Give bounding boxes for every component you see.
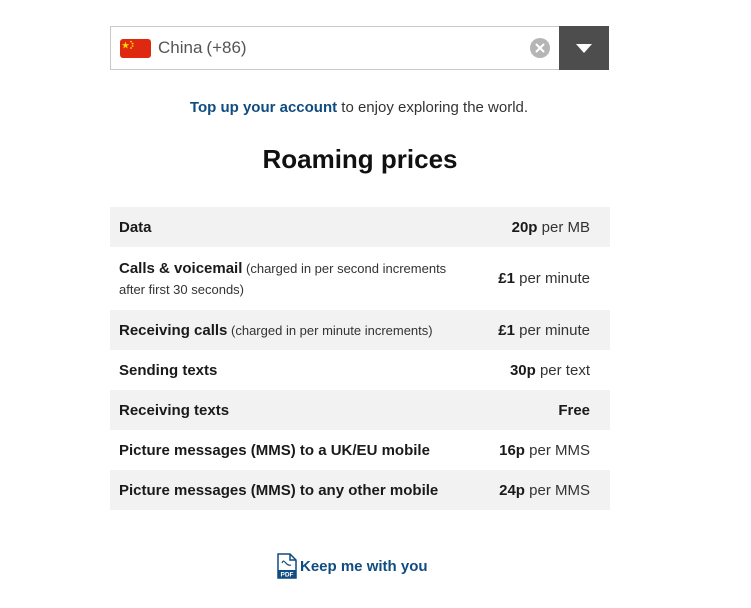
selected-country: China (+86) (158, 38, 530, 58)
item-name: Picture messages (MMS) to any other mobi… (119, 481, 439, 499)
price-unit: per text (535, 361, 590, 379)
price-unit: per MB (537, 218, 590, 236)
price-amount: £1 (498, 321, 515, 339)
topup-link[interactable]: Top up your account (190, 99, 337, 116)
price-amount: 30p (509, 361, 536, 379)
price-amount: 20p (511, 218, 538, 236)
table-row: Calls & voicemail (charged in per second… (110, 247, 610, 310)
table-row: Receiving calls (charged in per minute i… (110, 310, 610, 350)
price-unit: per minute (514, 321, 590, 339)
pdf-download-link[interactable]: PDF Keep me with you (277, 553, 428, 579)
price-amount: 24p (499, 481, 525, 499)
table-row: Picture messages (MMS) to a UK/EU mobile… (110, 430, 610, 470)
price-amount: 16p (499, 441, 525, 459)
pdf-icon: PDF (277, 553, 297, 579)
price-unit: per MMS (524, 441, 590, 459)
page-title: Roaming prices (262, 144, 458, 174)
chevron-down-icon (576, 43, 592, 53)
item-name: Receiving texts (119, 401, 230, 419)
price-unit: per minute (514, 270, 590, 287)
pdf-link-label: Keep me with you (300, 557, 428, 575)
table-row: Picture messages (MMS) to any other mobi… (110, 470, 610, 510)
price-amount: Free (558, 401, 590, 419)
topup-text: to enjoy exploring the world. (337, 99, 529, 116)
clear-icon[interactable] (530, 38, 550, 58)
price-unit: per MMS (524, 481, 590, 499)
dial-code: (+86) (206, 38, 247, 57)
item-name: Receiving calls (119, 321, 228, 339)
item-name: Calls & voicemail (119, 259, 243, 277)
table-row: Receiving texts Free (110, 390, 610, 430)
item-note: (charged in per minute increments) (227, 322, 433, 338)
pdf-icon-text: PDF (281, 572, 294, 579)
item-name: Picture messages (MMS) to a UK/EU mobile (119, 441, 430, 459)
table-row: Data 20p per MB (110, 207, 610, 247)
country-selector[interactable]: China (+86) (110, 26, 609, 70)
topup-message: Top up your account to enjoy exploring t… (0, 99, 718, 116)
country-name: China (158, 38, 203, 57)
china-flag-icon (120, 38, 151, 58)
table-row: Sending texts 30p per text (110, 350, 610, 390)
item-name: Sending texts (119, 361, 218, 379)
dropdown-button[interactable] (559, 26, 609, 70)
page: China (+86) Top up your account to enjoy … (0, 0, 751, 608)
item-name: Data (119, 218, 152, 236)
roaming-prices-table: Data 20p per MB Calls & voicemail (charg… (110, 207, 610, 510)
price-amount: £1 (498, 270, 515, 287)
